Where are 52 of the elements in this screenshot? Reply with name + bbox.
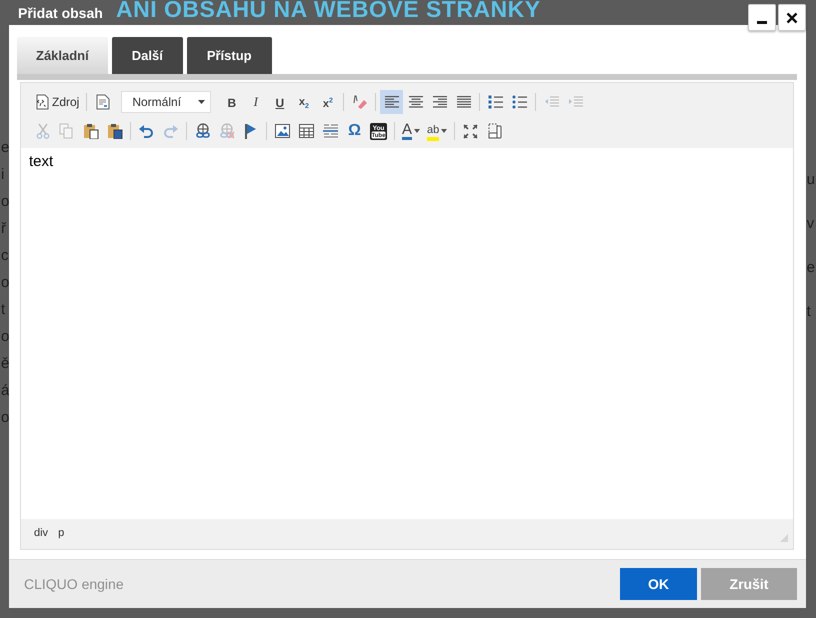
- source-button[interactable]: Zdroj: [31, 90, 82, 114]
- dialog-title: Přidat obsah: [18, 5, 103, 21]
- close-icon: [786, 12, 798, 24]
- caret-icon: [441, 129, 448, 133]
- minimize-button[interactable]: [748, 4, 776, 31]
- background-text: e: [1, 138, 10, 158]
- background-text: t: [1, 300, 6, 320]
- background-text: o: [1, 327, 10, 347]
- underline-button[interactable]: U: [268, 90, 292, 114]
- ok-button[interactable]: OK: [620, 568, 697, 600]
- caret-icon: [414, 129, 420, 133]
- superscript-button[interactable]: x$^{2}$: [316, 90, 340, 114]
- superscript-glyph: x$^{2}$: [322, 96, 333, 110]
- italic-glyph: I: [254, 94, 258, 110]
- background-text: i: [1, 165, 6, 185]
- tab[interactable]: Základní: [17, 37, 108, 74]
- subscript-glyph: x$_{2}$: [298, 95, 309, 111]
- editor-text: text: [29, 153, 54, 170]
- align-left-button[interactable]: [380, 90, 404, 114]
- background-text: ě: [1, 354, 10, 374]
- tab[interactable]: Přístup: [186, 37, 272, 74]
- special-character-button[interactable]: Ω: [343, 119, 366, 143]
- background-text: á: [1, 381, 10, 401]
- background-text: o: [1, 408, 10, 428]
- background-text: ř: [1, 219, 8, 239]
- bold-button[interactable]: B: [220, 90, 244, 114]
- dropdown-arrow-icon: [198, 100, 206, 104]
- italic-button[interactable]: I: [244, 90, 268, 114]
- background-text: e: [806, 258, 815, 278]
- subscript-button[interactable]: x$_{2}$: [292, 90, 316, 114]
- page-heading: ANÍ OBSAHU NA WEBOVÉ STRÁNKY: [116, 0, 541, 23]
- background-text: o: [1, 192, 10, 212]
- background-text: o: [1, 273, 10, 293]
- background-text: c: [1, 246, 10, 266]
- bold-glyph: B: [228, 94, 236, 110]
- brand-text: CLIQUO engine: [24, 576, 124, 592]
- element-path-link[interactable]: p: [55, 527, 68, 539]
- tab[interactable]: Další: [112, 37, 183, 74]
- background-text: v: [806, 214, 815, 234]
- element-path-link[interactable]: div: [31, 527, 52, 539]
- format-dropdown[interactable]: Normální: [121, 91, 212, 113]
- background-color-button[interactable]: ab: [424, 119, 450, 143]
- highlighter-glyph: ab: [427, 121, 440, 141]
- background-text: t: [806, 302, 812, 322]
- close-button[interactable]: [778, 4, 806, 31]
- text-color-button[interactable]: A: [399, 119, 424, 143]
- letter-a-glyph: A: [402, 122, 412, 140]
- resize-grip-icon: [780, 534, 788, 542]
- underline-glyph: U: [276, 94, 284, 110]
- background-text: u: [806, 170, 815, 190]
- omega-glyph: Ω: [348, 122, 361, 140]
- minimize-icon: [757, 20, 767, 24]
